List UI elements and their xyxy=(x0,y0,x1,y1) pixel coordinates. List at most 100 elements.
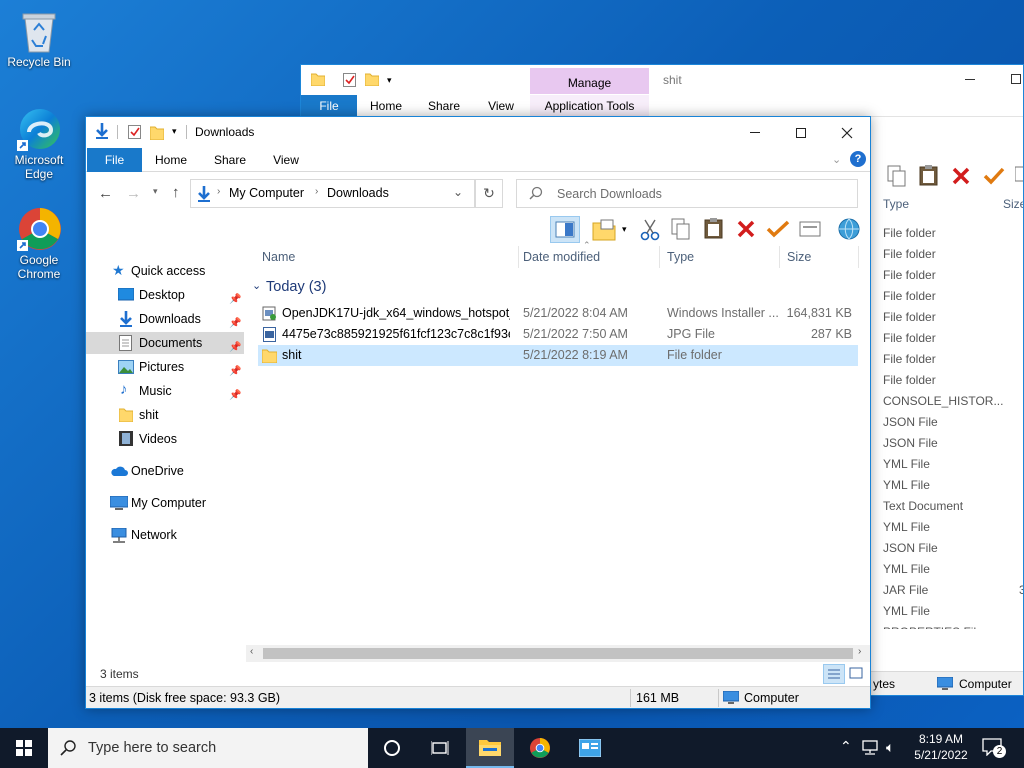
large-icons-view-icon xyxy=(849,667,863,679)
table-row[interactable]: shit 5/21/2022 8:19 AM File folder xyxy=(258,345,858,366)
task-view-button[interactable] xyxy=(416,728,464,768)
taskbar-search-input[interactable]: Type here to search xyxy=(88,740,216,756)
scrollbar-thumb[interactable] xyxy=(263,648,853,659)
chevron-down-icon[interactable]: ▾ xyxy=(172,126,177,137)
column-header-name[interactable]: Name xyxy=(256,244,518,270)
copy-icon[interactable] xyxy=(887,165,907,187)
minimize-icon[interactable] xyxy=(965,79,975,80)
tab-share[interactable]: Share xyxy=(419,95,469,117)
rename-check-icon[interactable] xyxy=(983,166,1005,186)
properties-icon[interactable] xyxy=(799,220,821,238)
tab-home[interactable]: Home xyxy=(361,95,411,117)
nav-my-computer[interactable]: My Computer xyxy=(86,492,244,514)
back-arrow-icon[interactable]: ← xyxy=(98,185,113,202)
refresh-button[interactable]: ↻ xyxy=(475,179,503,208)
nav-network[interactable]: Network xyxy=(86,524,244,546)
desktop-icon-label: Microsoft xyxy=(14,153,64,167)
forward-arrow-icon[interactable]: → xyxy=(126,185,141,202)
nav-documents[interactable]: Documents 📌 xyxy=(86,332,244,354)
desktop-icon-chrome[interactable]: Google Chrome xyxy=(3,206,75,281)
type-cell: CONSOLE_HISTOR... xyxy=(883,394,1004,408)
paste-icon[interactable] xyxy=(919,164,939,186)
details-view-button[interactable] xyxy=(823,664,845,684)
nav-music[interactable]: ♪ Music 📌 xyxy=(86,380,244,402)
start-button[interactable] xyxy=(0,728,48,768)
new-folder-icon[interactable] xyxy=(592,219,616,241)
nav-videos[interactable]: Videos xyxy=(86,428,244,450)
nav-downloads[interactable]: Downloads 📌 xyxy=(86,308,244,330)
breadcrumb-my-computer[interactable]: My Computer xyxy=(229,186,304,200)
rename-check-icon[interactable] xyxy=(766,219,790,239)
network-status-icon[interactable] xyxy=(862,740,880,756)
column-header-size[interactable]: Size xyxy=(1003,197,1023,211)
show-hidden-icons-chevron-icon[interactable]: ⌃ xyxy=(840,738,852,755)
desktop-icon-edge[interactable]: Microsoft Edge xyxy=(3,106,75,181)
scroll-right-icon[interactable]: › xyxy=(858,646,861,657)
scroll-left-icon[interactable]: ‹ xyxy=(250,646,253,657)
maximize-button[interactable] xyxy=(778,117,824,148)
tab-view[interactable]: View xyxy=(261,148,311,172)
breadcrumb-downloads[interactable]: Downloads xyxy=(327,186,389,200)
nav-quick-access[interactable]: ★ Quick access xyxy=(86,260,244,282)
copy-icon[interactable] xyxy=(671,218,691,240)
ribbon-expand-chevron-icon[interactable]: ⌄ xyxy=(832,153,841,166)
desktop-icon-recycle-bin[interactable]: Recycle Bin xyxy=(3,8,75,69)
tab-file[interactable]: File xyxy=(87,148,142,172)
tab-view[interactable]: View xyxy=(476,95,526,117)
close-button[interactable] xyxy=(824,117,870,148)
search-box[interactable]: Search Downloads xyxy=(516,179,858,208)
table-row[interactable]: 4475e73c885921925f61fcf123c7c8c1f93e1...… xyxy=(258,324,858,345)
sort-chevron-icon: ⌃ xyxy=(583,240,591,250)
column-header-type[interactable]: Type xyxy=(883,197,909,211)
nav-shit[interactable]: shit xyxy=(86,404,244,426)
up-arrow-icon[interactable]: ↑ xyxy=(172,184,180,201)
column-header-size[interactable]: Size xyxy=(781,244,857,270)
notification-center-button[interactable]: 2 xyxy=(980,736,1010,762)
type-cell: JSON File xyxy=(883,436,938,450)
horizontal-scrollbar[interactable]: ‹ › xyxy=(246,645,870,662)
large-icons-view-button[interactable] xyxy=(847,664,867,684)
address-dropdown-icon[interactable]: ⌄ xyxy=(453,185,463,199)
tab-home[interactable]: Home xyxy=(146,148,196,172)
delete-icon[interactable] xyxy=(736,219,756,239)
taskbar-chrome[interactable] xyxy=(516,728,564,768)
maximize-icon[interactable] xyxy=(1011,74,1021,84)
volume-icon[interactable]: 🔈︎ xyxy=(886,739,894,756)
status-bar: 3 items (Disk free space: 93.3 GB) 161 M… xyxy=(86,686,870,708)
new-folder-icon[interactable] xyxy=(150,125,164,140)
properties-icon[interactable] xyxy=(128,125,142,139)
address-bar[interactable]: › My Computer › Downloads ⌄ xyxy=(190,179,475,208)
manage-tab[interactable]: Manage xyxy=(530,68,649,94)
clock[interactable]: 8:19 AM 5/21/2022 xyxy=(908,731,974,763)
properties-icon xyxy=(343,73,357,87)
paste-icon[interactable] xyxy=(704,217,724,239)
help-icon[interactable]: ? xyxy=(850,151,866,167)
tab-application-tools[interactable]: Application Tools xyxy=(530,95,649,117)
tab-file[interactable]: File xyxy=(301,95,357,117)
back-window-title: shit xyxy=(663,73,682,87)
cortana-button[interactable] xyxy=(368,728,416,768)
recent-locations-chevron-icon[interactable]: ▾ xyxy=(153,186,158,197)
tab-share[interactable]: Share xyxy=(205,148,255,172)
nav-pictures[interactable]: Pictures 📌 xyxy=(86,356,244,378)
minimize-button[interactable] xyxy=(732,117,778,148)
navigation-pane: ★ Quick access Desktop 📌 Downloads 📌 Doc… xyxy=(86,244,244,677)
taskbar-app[interactable] xyxy=(566,728,614,768)
chevron-down-icon[interactable]: ▾ xyxy=(622,224,627,235)
taskbar-search-box[interactable]: Type here to search xyxy=(48,728,368,768)
network-icon xyxy=(110,528,127,543)
column-header-type[interactable]: Type xyxy=(661,244,779,270)
nav-onedrive[interactable]: OneDrive xyxy=(86,460,244,482)
delete-icon[interactable] xyxy=(951,166,971,186)
table-row[interactable]: OpenJDK17U-jdk_x64_windows_hotspot_... 5… xyxy=(258,303,858,324)
properties-icon[interactable] xyxy=(1015,166,1023,184)
preview-pane-button[interactable] xyxy=(550,216,580,243)
explorer-window-downloads[interactable]: ▾ Downloads File Home Share View ⌄ ? ← →… xyxy=(85,116,871,709)
nav-desktop[interactable]: Desktop 📌 xyxy=(86,284,244,306)
task-view-icon xyxy=(431,741,449,755)
cut-icon[interactable] xyxy=(640,219,660,241)
search-input[interactable]: Search Downloads xyxy=(557,187,662,201)
taskbar-file-explorer[interactable] xyxy=(466,728,514,768)
group-header-today[interactable]: ⌄ Today (3) xyxy=(250,279,850,299)
globe-icon[interactable] xyxy=(838,218,860,240)
